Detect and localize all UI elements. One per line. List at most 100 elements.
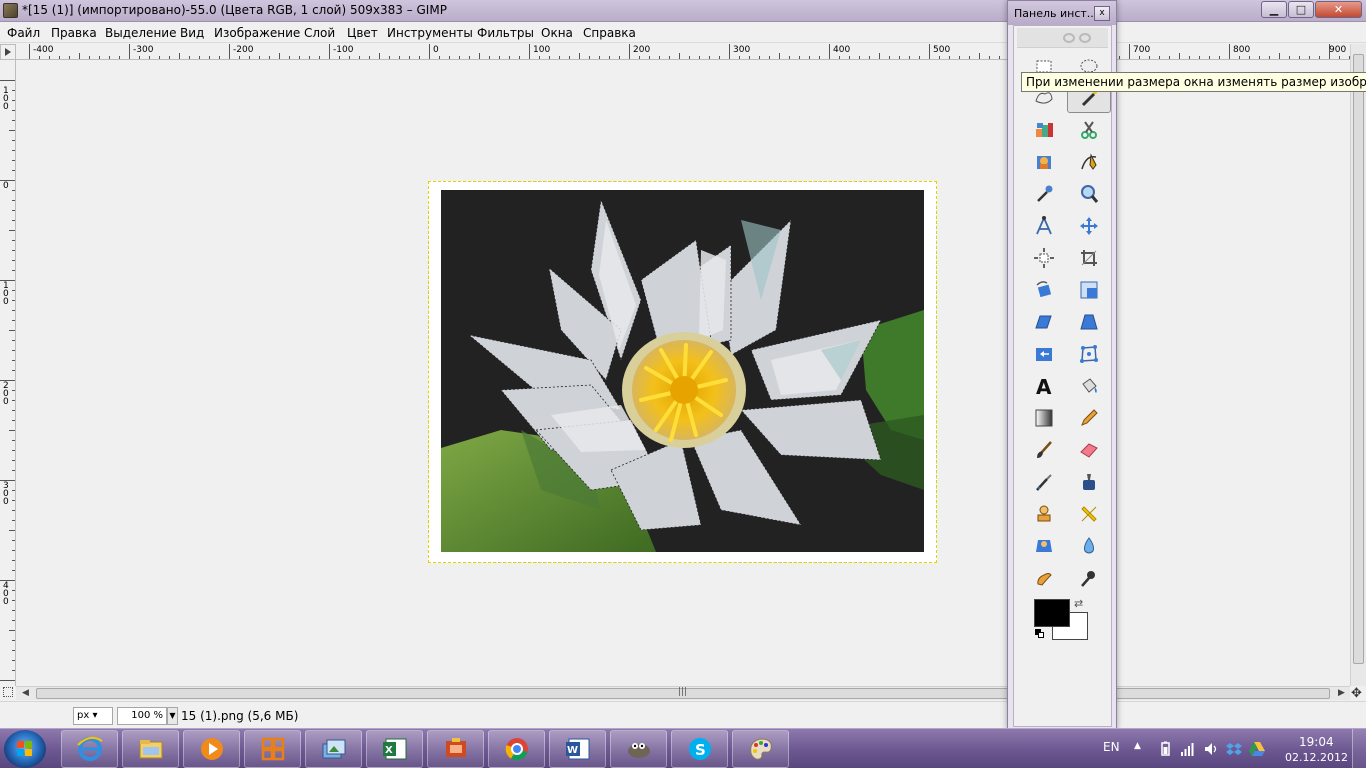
title-bar[interactable]: *[15 (1)] (импортировано)-55.0 (Цвета RG…	[0, 0, 1366, 22]
water-lily-image[interactable]	[441, 190, 924, 552]
rotate-tool-button[interactable]	[1022, 275, 1066, 305]
menu-help[interactable]: Справка	[583, 26, 636, 40]
status-text: 15 (1).png (5,6 МБ)	[181, 709, 299, 723]
flip-tool-button[interactable]	[1022, 339, 1066, 369]
menu-colors[interactable]: Цвет	[347, 26, 378, 40]
vertical-scrollbar[interactable]	[1350, 44, 1366, 686]
maximize-button[interactable]: □	[1288, 1, 1314, 18]
default-colors-icon[interactable]	[1035, 629, 1045, 639]
text-tool-button[interactable]: A	[1022, 371, 1066, 401]
quick-mask-toggle-icon[interactable]	[3, 687, 13, 697]
vertical-ruler[interactable]: 1 0 0 0 1 0 0 2 0 0 3 0 0 4 0 0	[0, 60, 16, 686]
chrome-taskbar-button[interactable]	[488, 730, 545, 768]
menu-view[interactable]: Вид	[180, 26, 204, 40]
color-picker-tool-button[interactable]	[1022, 179, 1066, 209]
h-ruler-label: 400	[833, 45, 851, 55]
bucket-fill-tool-button[interactable]	[1067, 371, 1111, 401]
eraser-tool-button[interactable]	[1067, 435, 1111, 465]
ruler-menu-button[interactable]	[0, 44, 16, 60]
menu-file[interactable]: Файл	[7, 26, 40, 40]
foreground-color-swatch[interactable]	[1034, 599, 1070, 627]
dodge-burn-tool-button[interactable]	[1067, 563, 1111, 593]
navigate-icon[interactable]: ✥	[1351, 686, 1362, 701]
vertical-scroll-thumb[interactable]	[1353, 54, 1364, 664]
perspective-clone-tool-button[interactable]	[1022, 531, 1066, 561]
perspective-tool-button[interactable]	[1067, 307, 1111, 337]
airbrush-icon	[1036, 474, 1052, 491]
color-picker-icon	[1037, 185, 1053, 202]
toolbox-close-button[interactable]: x	[1094, 6, 1110, 21]
gimp-taskbar-button[interactable]	[610, 730, 667, 768]
paint-taskbar-button[interactable]	[732, 730, 789, 768]
menu-edit[interactable]: Правка	[51, 26, 97, 40]
blend-tool-button[interactable]	[1022, 403, 1066, 433]
start-button[interactable]	[4, 730, 46, 768]
menu-tools[interactable]: Инструменты	[387, 26, 473, 40]
smudge-tool-button[interactable]	[1022, 563, 1066, 593]
clone-tool-button[interactable]	[1022, 499, 1066, 529]
language-indicator[interactable]: EN	[1103, 740, 1120, 754]
zoom-dropdown-button[interactable]: ▼	[167, 707, 178, 725]
move-tool-button[interactable]	[1067, 211, 1111, 241]
minimize-button[interactable]: ▁	[1261, 1, 1287, 18]
zoom-input[interactable]: 100 %	[117, 707, 167, 725]
crop-tool-button[interactable]	[1067, 243, 1111, 273]
paths-tool-button[interactable]	[1067, 147, 1111, 177]
word-taskbar-button[interactable]: W	[549, 730, 606, 768]
v-ruler-label: 1 0 0	[3, 281, 9, 307]
battery-icon[interactable]	[1157, 741, 1173, 757]
scroll-grip-icon: |||	[678, 687, 688, 697]
scroll-right-icon[interactable]: ▶	[1338, 688, 1345, 698]
foreground-select-tool-button[interactable]	[1022, 147, 1066, 177]
scroll-left-icon[interactable]: ◀	[22, 688, 29, 698]
clock-time[interactable]: 19:04	[1299, 735, 1334, 749]
show-hidden-icons-icon[interactable]: ▲	[1134, 741, 1141, 751]
select-by-color-tool-button[interactable]	[1022, 115, 1066, 145]
menu-image[interactable]: Изображение	[214, 26, 300, 40]
menu-layer[interactable]: Слой	[304, 26, 335, 40]
cage-transform-tool-button[interactable]	[1067, 339, 1111, 369]
pencil-tool-button[interactable]	[1067, 403, 1111, 433]
smudge-icon	[1037, 573, 1052, 586]
internet-explorer-taskbar-button[interactable]	[61, 730, 118, 768]
paintbrush-tool-button[interactable]	[1022, 435, 1066, 465]
measure-tool-button[interactable]	[1022, 211, 1066, 241]
zoom-tool-button[interactable]	[1067, 179, 1111, 209]
unit-select[interactable]: px ▾	[73, 707, 113, 725]
menu-select[interactable]: Выделение	[105, 26, 176, 40]
wilber-drop-area[interactable]	[1017, 28, 1108, 48]
scale-tool-button[interactable]	[1067, 275, 1111, 305]
align-tool-button[interactable]	[1022, 243, 1066, 273]
svg-text:A: A	[1036, 375, 1052, 397]
airbrush-tool-button[interactable]	[1022, 467, 1066, 497]
horizontal-ruler[interactable]: -400 -300 -200 -100 0 100 200 300 400 50…	[16, 44, 1350, 60]
foreground-select-icon	[1037, 156, 1051, 169]
ink-tool-button[interactable]	[1067, 467, 1111, 497]
horizontal-scrollbar[interactable]: ◀ ||| ▶	[16, 686, 1350, 700]
swap-colors-icon[interactable]: ⇄	[1074, 597, 1083, 610]
google-drive-icon[interactable]	[1249, 741, 1265, 757]
menu-filters[interactable]: Фильтры	[477, 26, 534, 40]
volume-icon[interactable]	[1203, 741, 1219, 757]
powerpoint-taskbar-button[interactable]	[427, 730, 484, 768]
shear-tool-button[interactable]	[1022, 307, 1066, 337]
blur-sharpen-tool-button[interactable]	[1067, 531, 1111, 561]
dropbox-icon[interactable]	[1226, 741, 1242, 757]
close-button[interactable]: ✕	[1315, 1, 1362, 18]
network-icon[interactable]	[1180, 741, 1196, 757]
file-explorer-taskbar-button[interactable]	[122, 730, 179, 768]
media-player-taskbar-button[interactable]	[183, 730, 240, 768]
image-canvas[interactable]	[16, 60, 1350, 686]
office-picture-taskbar-button[interactable]	[244, 730, 301, 768]
menu-windows[interactable]: Окна	[541, 26, 573, 40]
scissors-select-tool-button[interactable]	[1067, 115, 1111, 145]
zoom-icon	[1081, 185, 1099, 203]
excel-taskbar-button[interactable]: X	[366, 730, 423, 768]
heal-tool-button[interactable]	[1067, 499, 1111, 529]
toolbox-title-bar[interactable]: Панель инст... x	[1008, 1, 1116, 25]
tooltip: При изменении размера окна изменять разм…	[1021, 72, 1366, 92]
show-desktop-button[interactable]	[1352, 729, 1366, 768]
clock-date[interactable]: 02.12.2012	[1285, 751, 1348, 764]
skype-taskbar-button[interactable]: S	[671, 730, 728, 768]
photo-viewer-taskbar-button[interactable]	[305, 730, 362, 768]
